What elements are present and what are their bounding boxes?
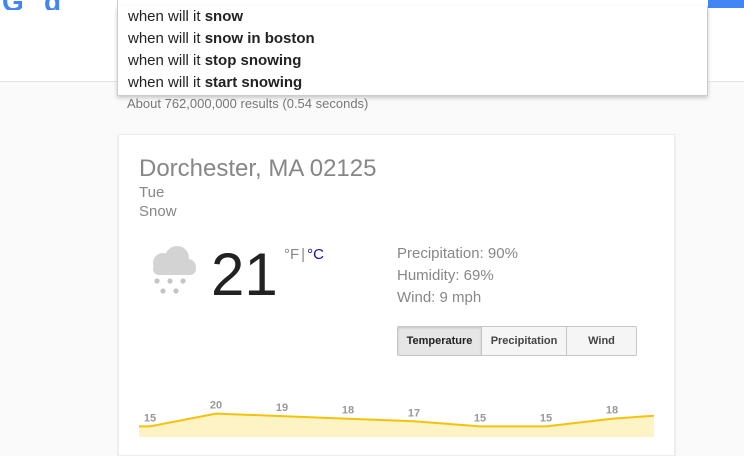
search-button[interactable] [708, 0, 744, 8]
celsius-unit[interactable]: °C [307, 246, 324, 263]
chart-data-label: 18 [342, 405, 354, 417]
suggestion-completion: snow in boston [204, 30, 315, 47]
snow-cloud-icon [153, 246, 196, 294]
suggestion-prefix: when will it [128, 30, 205, 47]
chart-area [139, 413, 654, 437]
weather-tabs: Temperature Precipitation Wind [397, 326, 637, 356]
suggestion-item[interactable]: when will it snow [118, 6, 707, 28]
suggestion-prefix: when will it [128, 52, 205, 69]
google-logo[interactable]: G g [0, 0, 90, 10]
suggestion-item[interactable]: when will it snow in boston [118, 28, 707, 50]
humidity-text: Humidity: 69% [397, 267, 494, 284]
results-count: About 762,000,000 results (0.54 seconds) [127, 96, 369, 111]
temperature-chart: 15 20 19 18 17 15 15 18 [139, 400, 654, 437]
chart-data-label: 18 [606, 405, 618, 417]
weather-day: Tue [139, 184, 165, 201]
weather-location: Dorchester, MA 02125 [139, 155, 377, 182]
logo-letter-g: G [2, 0, 24, 10]
chart-data-label: 19 [276, 402, 288, 414]
suggestion-prefix: when will it [128, 8, 205, 25]
suggestion-completion: snow [204, 8, 244, 25]
chart-data-label: 15 [474, 412, 486, 424]
tab-temperature[interactable]: Temperature [398, 327, 481, 355]
chart-data-label: 17 [408, 407, 420, 419]
weather-card: Dorchester, MA 02125 Tue Snow 21 °F | °C P… [118, 134, 675, 456]
unit-toggle: °F | °C [284, 246, 324, 263]
tab-wind[interactable]: Wind [566, 327, 636, 355]
chart-data-label: 15 [540, 412, 552, 424]
suggestion-completion: start snowing [204, 74, 303, 91]
weather-details: Precipitation: 90% Humidity: 69% Wind: 9… [397, 243, 518, 309]
chart-data-label: 15 [144, 412, 156, 424]
tab-precipitation[interactable]: Precipitation [481, 327, 566, 355]
weather-condition: Snow [139, 203, 177, 220]
autocomplete-dropdown: when will it snow when will it snow in b… [117, 6, 708, 96]
suggestion-item[interactable]: when will it start snowing [118, 72, 707, 94]
precipitation-text: Precipitation: 90% [397, 245, 518, 262]
suggestion-item[interactable]: when will it stop snowing [118, 50, 707, 72]
unit-separator: | [301, 246, 306, 263]
wind-text: Wind: 9 mph [397, 289, 482, 306]
fahrenheit-unit[interactable]: °F [284, 246, 299, 263]
temperature-value: 21 [211, 241, 278, 308]
logo-letter-g2: g [44, 0, 61, 10]
chart-data-label: 20 [210, 400, 222, 412]
suggestion-prefix: when will it [128, 74, 205, 91]
suggestion-completion: stop snowing [204, 52, 302, 69]
